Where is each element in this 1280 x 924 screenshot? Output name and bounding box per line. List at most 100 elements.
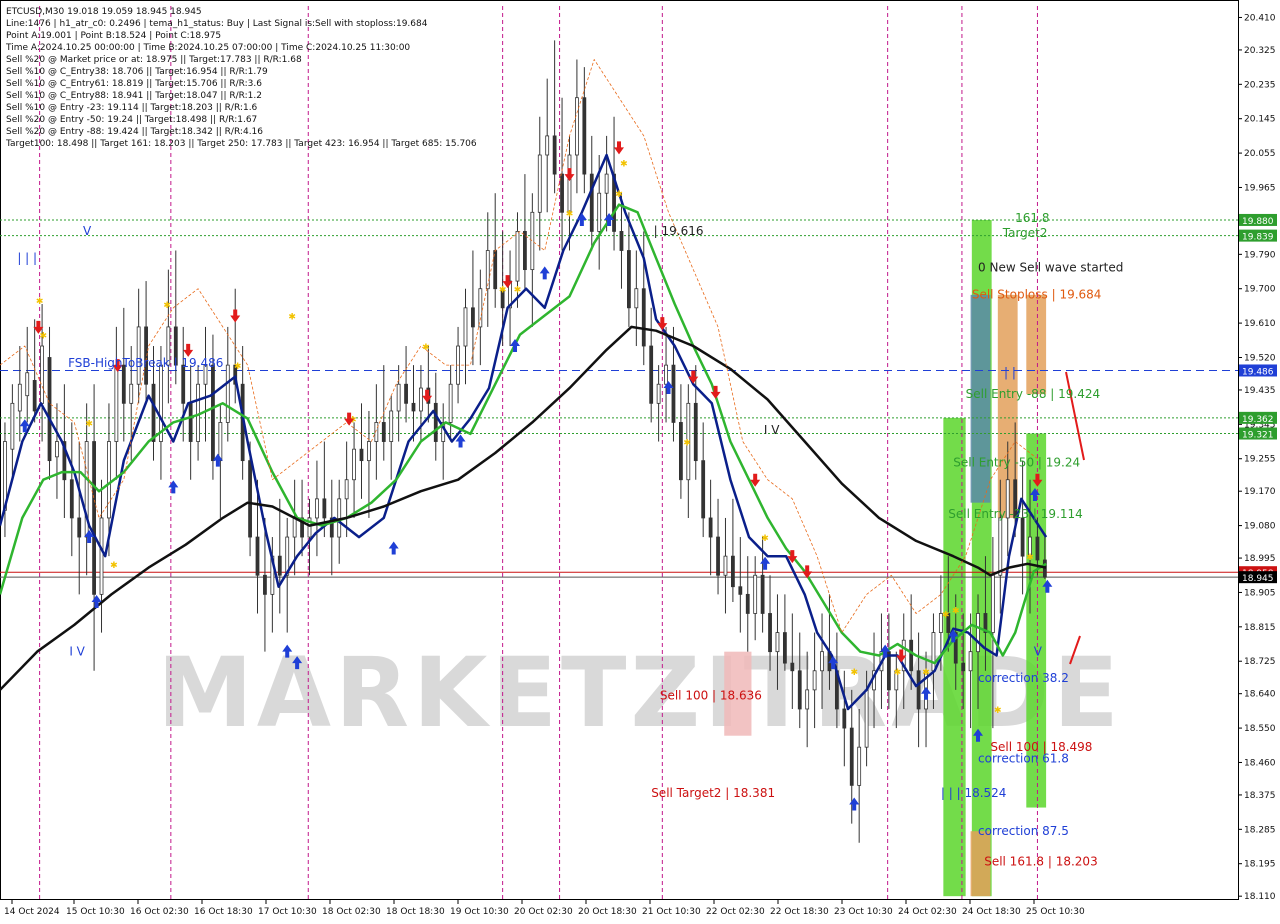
price-badge-label-1: 19.839 <box>1242 233 1274 243</box>
candle-body-43 <box>322 498 327 519</box>
candle-body-105 <box>782 632 787 664</box>
candle-body-139 <box>1035 536 1040 561</box>
candle-body-130 <box>968 651 973 672</box>
y-tick-label-4: 20.055 <box>1244 149 1276 159</box>
annotation-label-8: Sell Entry -23 | 19.114 <box>948 507 1082 521</box>
annotation-label-10: Sell Target2 | 18.381 <box>651 786 775 800</box>
y-tick-label-1: 20.325 <box>1244 46 1276 56</box>
zone-5 <box>1026 294 1047 395</box>
candle-body-102 <box>760 574 765 614</box>
y-tick-label-8: 19.700 <box>1244 285 1276 295</box>
star-marker-8: ✱ <box>422 343 430 353</box>
candle-body-62 <box>463 307 468 347</box>
candle-body-13 <box>99 517 104 595</box>
y-tick-label-7: 19.790 <box>1244 250 1276 260</box>
star-marker-15: ✱ <box>761 534 769 544</box>
y-tick-label-2: 20.235 <box>1244 80 1276 90</box>
candle-body-131 <box>976 613 980 653</box>
candle-body-129 <box>961 662 966 672</box>
star-marker-14: ✱ <box>683 439 691 449</box>
annotation-label-22: V <box>1034 644 1043 658</box>
annotation-label-17: | | | <box>17 251 37 265</box>
x-tick-label-5: 18 Oct 02:30 <box>322 907 381 917</box>
annotation-label-3: Target2 <box>1002 226 1048 240</box>
candle-body-4 <box>32 380 37 412</box>
y-tick-label-25: 18.195 <box>1244 860 1276 870</box>
candle-body-123 <box>916 670 921 710</box>
candle-body-47 <box>352 448 356 481</box>
x-tick-label-13: 23 Oct 10:30 <box>834 907 893 917</box>
star-marker-10: ✱ <box>514 286 522 296</box>
x-tick-label-14: 24 Oct 02:30 <box>898 907 957 917</box>
star-marker-6: ✱ <box>288 312 296 322</box>
star-marker-16: ✱ <box>850 668 858 678</box>
x-tick-label-3: 16 Oct 18:30 <box>194 907 253 917</box>
candle-body-74 <box>552 135 557 175</box>
y-tick-label-18: 18.815 <box>1244 623 1276 633</box>
candle-body-3 <box>25 372 30 397</box>
candle-body-63 <box>471 307 475 328</box>
x-tick-label-15: 24 Oct 18:30 <box>962 907 1021 917</box>
info-line-5: Sell %10 @ C_Entry61: 18.819 || Target:1… <box>6 79 262 89</box>
candle-body-20 <box>151 383 156 442</box>
x-tick-label-0: 14 Oct 2024 <box>4 907 60 917</box>
y-tick-label-15: 19.080 <box>1244 522 1276 532</box>
candle-body-70 <box>523 231 527 271</box>
candle-body-101 <box>753 574 758 614</box>
chart-background <box>0 0 1280 920</box>
info-line-1: Point A:19.001 | Point B:18.524 | Point … <box>6 31 221 41</box>
star-marker-5: ✱ <box>234 362 242 372</box>
x-tick-label-4: 17 Oct 10:30 <box>258 907 317 917</box>
candle-body-53 <box>396 383 401 412</box>
candle-body-9 <box>69 479 74 519</box>
x-tick-label-11: 22 Oct 02:30 <box>706 907 765 917</box>
candle-body-133 <box>990 574 995 633</box>
price-badge-label-2: 19.486 <box>1242 367 1274 377</box>
y-tick-label-24: 18.285 <box>1244 825 1276 835</box>
y-tick-label-0: 20.410 <box>1244 13 1276 23</box>
annotation-label-16: Sell 161.8 | 18.203 <box>984 855 1097 869</box>
candle-body-85 <box>634 288 639 309</box>
y-tick-label-21: 18.550 <box>1244 724 1276 734</box>
candle-body-54 <box>404 383 408 404</box>
candle-body-49 <box>367 441 371 462</box>
candle-body-37 <box>277 555 282 576</box>
x-tick-label-6: 18 Oct 18:30 <box>386 907 445 917</box>
symbol-line: ETCUSD,M30 19.018 19.059 18.945 18.945 <box>6 7 202 17</box>
candle-body-42 <box>315 498 319 519</box>
star-marker-21: ✱ <box>994 706 1002 716</box>
star-marker-13: ✱ <box>620 160 628 170</box>
star-marker-2: ✱ <box>85 419 93 429</box>
y-tick-label-22: 18.460 <box>1244 758 1276 768</box>
star-marker-17: ✱ <box>894 668 902 678</box>
y-tick-label-5: 19.965 <box>1244 183 1276 193</box>
star-marker-19: ✱ <box>942 610 950 620</box>
x-tick-label-12: 22 Oct 18:30 <box>770 907 829 917</box>
candle-body-115 <box>857 746 862 786</box>
candle-body-87 <box>649 345 654 404</box>
annotation-label-21: | | <box>1004 366 1016 380</box>
candle-body-5 <box>40 345 44 404</box>
candle-body-34 <box>255 536 260 576</box>
annotation-label-7: Sell Entry -50 | 19.24 <box>953 455 1080 469</box>
x-tick-label-2: 16 Oct 02:30 <box>130 907 189 917</box>
x-tick-label-8: 20 Oct 02:30 <box>514 907 573 917</box>
candle-body-60 <box>448 383 453 423</box>
price-badge-label-4: 19.321 <box>1242 431 1274 441</box>
candle-body-73 <box>545 135 550 156</box>
candle-body-30 <box>225 364 230 423</box>
info-line-9: Sell %20 @ Entry -88: 19.424 || Target:1… <box>6 127 263 137</box>
y-tick-label-10: 19.520 <box>1244 353 1276 363</box>
candle-body-91 <box>679 422 683 481</box>
star-marker-3: ✱ <box>110 561 118 571</box>
y-tick-label-19: 18.725 <box>1244 657 1276 667</box>
candle-body-14 <box>107 441 111 519</box>
candle-body-76 <box>567 154 572 213</box>
annotation-label-15: correction 87.5 <box>978 824 1069 838</box>
x-tick-label-10: 21 Oct 10:30 <box>642 907 701 917</box>
y-tick-label-16: 18.995 <box>1244 554 1276 564</box>
info-line-7: Sell %10 @ Entry -23: 19.114 || Target:1… <box>6 103 258 113</box>
y-tick-label-14: 19.170 <box>1244 487 1276 497</box>
star-marker-22: ✱ <box>1026 553 1034 563</box>
candle-body-134 <box>998 517 1003 576</box>
